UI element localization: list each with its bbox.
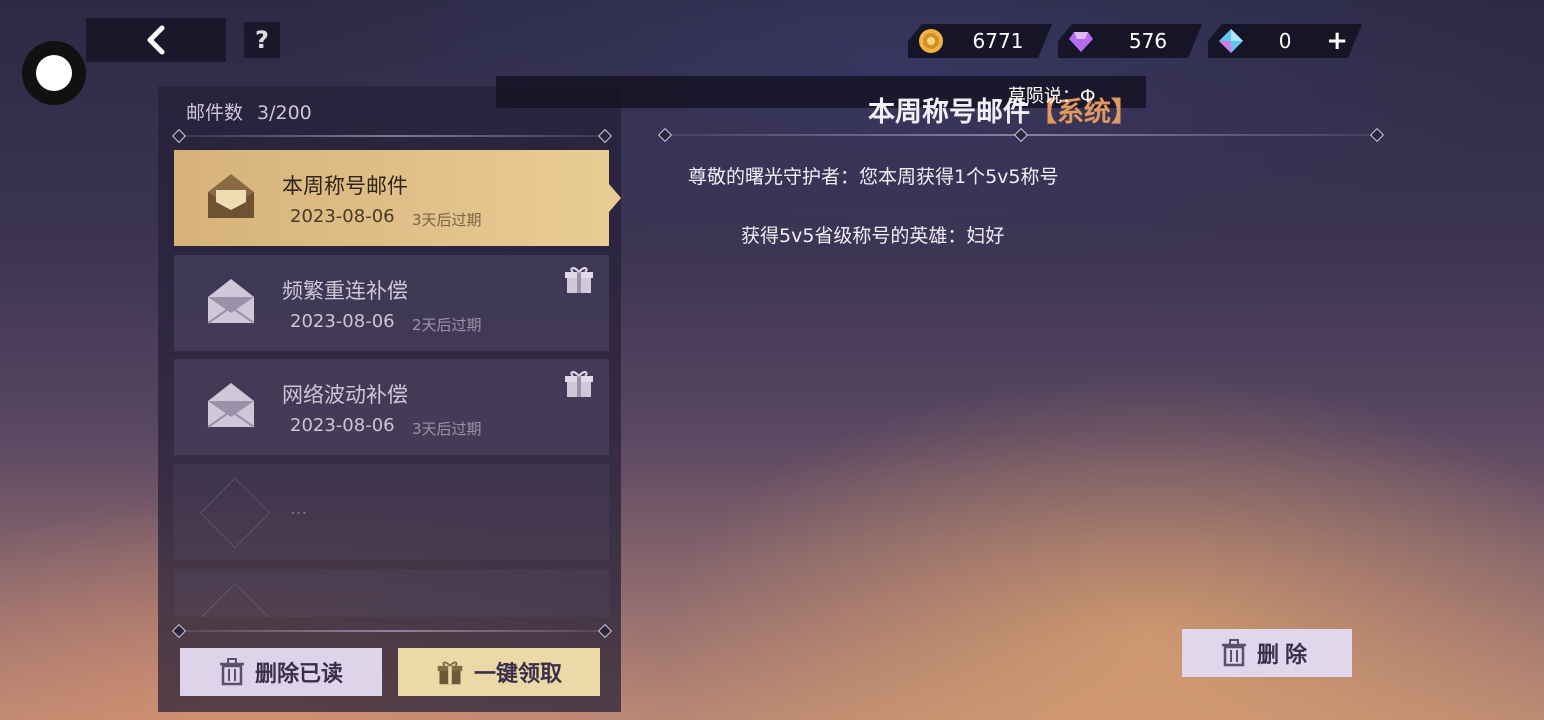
- gift-icon: [565, 267, 593, 293]
- mail-item[interactable]: 网络波动补偿 2023-08-06 3天后过期: [174, 359, 609, 455]
- placeholder-text: ...: [290, 603, 308, 617]
- placeholder-diamond: [199, 477, 271, 549]
- blue-crystal-icon: [1218, 28, 1244, 54]
- mail-expiry: 3天后过期: [412, 420, 482, 438]
- crystal-value: 0: [1278, 29, 1292, 53]
- mail-expiry: 2天后过期: [412, 316, 482, 334]
- trash-icon: [1221, 639, 1246, 667]
- gift-icon: [437, 661, 463, 685]
- mail-title: 频繁重连补偿: [282, 279, 408, 303]
- gem-value: 576: [1128, 29, 1168, 53]
- mail-title: 本周称号邮件: [282, 174, 408, 198]
- mail-count-value: 3/200: [257, 102, 312, 124]
- mail-item[interactable]: 本周称号邮件 2023-08-06 3天后过期: [174, 150, 621, 246]
- gold-coin-icon: [918, 28, 944, 54]
- mail-title: 网络波动补偿: [282, 383, 408, 407]
- delete-read-button[interactable]: 删除已读: [180, 648, 382, 696]
- list-top-divider: [171, 128, 613, 144]
- placeholder-diamond: [199, 582, 271, 617]
- placeholder-text: ...: [290, 498, 308, 519]
- empty-mail-slot: ...: [174, 464, 609, 560]
- delete-read-label: 删除已读: [254, 662, 343, 687]
- envelope-icon: [207, 279, 255, 324]
- mail-count-label: 邮件数: [186, 102, 244, 124]
- detail-title-text: 本周称号邮件: [868, 97, 1030, 128]
- floating-assist-button[interactable]: [22, 41, 86, 105]
- detail-body-line: 获得5v5省级称号的英雄：妇好: [741, 225, 1005, 247]
- envelope-open-icon: [208, 174, 254, 218]
- selected-indicator: [609, 184, 621, 212]
- detail-body-line: 尊敬的曙光守护者：您本周获得1个5v5称号: [688, 166, 1059, 188]
- delete-button[interactable]: 删除: [1182, 629, 1352, 677]
- notice-text: 莫陨说：Ф: [1008, 86, 1096, 107]
- trash-icon: [219, 658, 244, 686]
- back-button[interactable]: [86, 18, 226, 62]
- claim-all-button[interactable]: 一键领取: [398, 648, 600, 696]
- gem-currency: 576: [1058, 24, 1202, 58]
- envelope-icon: [207, 383, 255, 428]
- claim-all-label: 一键领取: [473, 662, 562, 687]
- assist-dot: [36, 55, 72, 91]
- empty-mail-slot: ...: [174, 569, 609, 617]
- mail-item[interactable]: 频繁重连补偿 2023-08-06 2天后过期: [174, 255, 609, 351]
- detail-divider: [657, 127, 1385, 143]
- purple-gem-icon: [1068, 28, 1094, 54]
- detail-title: 本周称号邮件【系统】: [868, 90, 1138, 129]
- gold-currency: 6771: [908, 24, 1052, 58]
- add-currency-button[interactable]: +: [1326, 26, 1348, 56]
- crystal-currency: 0 +: [1208, 24, 1362, 58]
- mail-date: 2023-08-06: [290, 311, 395, 332]
- mail-date: 2023-08-06: [290, 415, 395, 436]
- mail-count: 邮件数 3/200: [186, 98, 312, 125]
- mail-date: 2023-08-06: [290, 206, 395, 227]
- list-bottom-divider: [171, 623, 613, 639]
- gold-value: 6771: [972, 29, 1024, 53]
- delete-label: 删除: [1256, 643, 1313, 668]
- chevron-left-icon: [147, 25, 165, 55]
- help-button[interactable]: ?: [244, 22, 280, 58]
- gift-icon: [565, 371, 593, 397]
- mail-expiry: 3天后过期: [412, 211, 482, 229]
